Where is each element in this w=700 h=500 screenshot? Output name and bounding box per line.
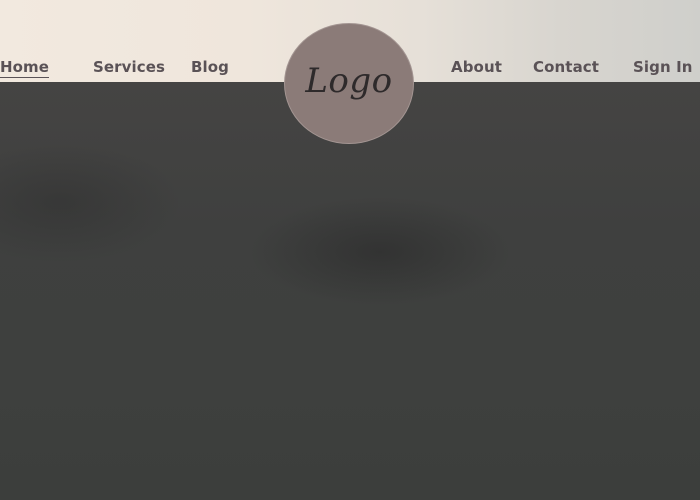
logo-text: Logo — [305, 60, 393, 101]
nav-link-blog[interactable]: Blog — [191, 58, 229, 76]
hero-background — [0, 82, 700, 500]
nav-link-home[interactable]: Home — [0, 58, 50, 78]
page: Home Services Blog Logo About Contact Si… — [0, 0, 700, 500]
nav-link-services[interactable]: Services — [93, 58, 165, 76]
nav-link-contact[interactable]: Contact — [533, 58, 599, 76]
nav-link-about[interactable]: About — [451, 58, 502, 76]
nav-link-sign-in[interactable]: Sign In — [633, 58, 693, 76]
logo-badge[interactable]: Logo — [284, 23, 414, 144]
